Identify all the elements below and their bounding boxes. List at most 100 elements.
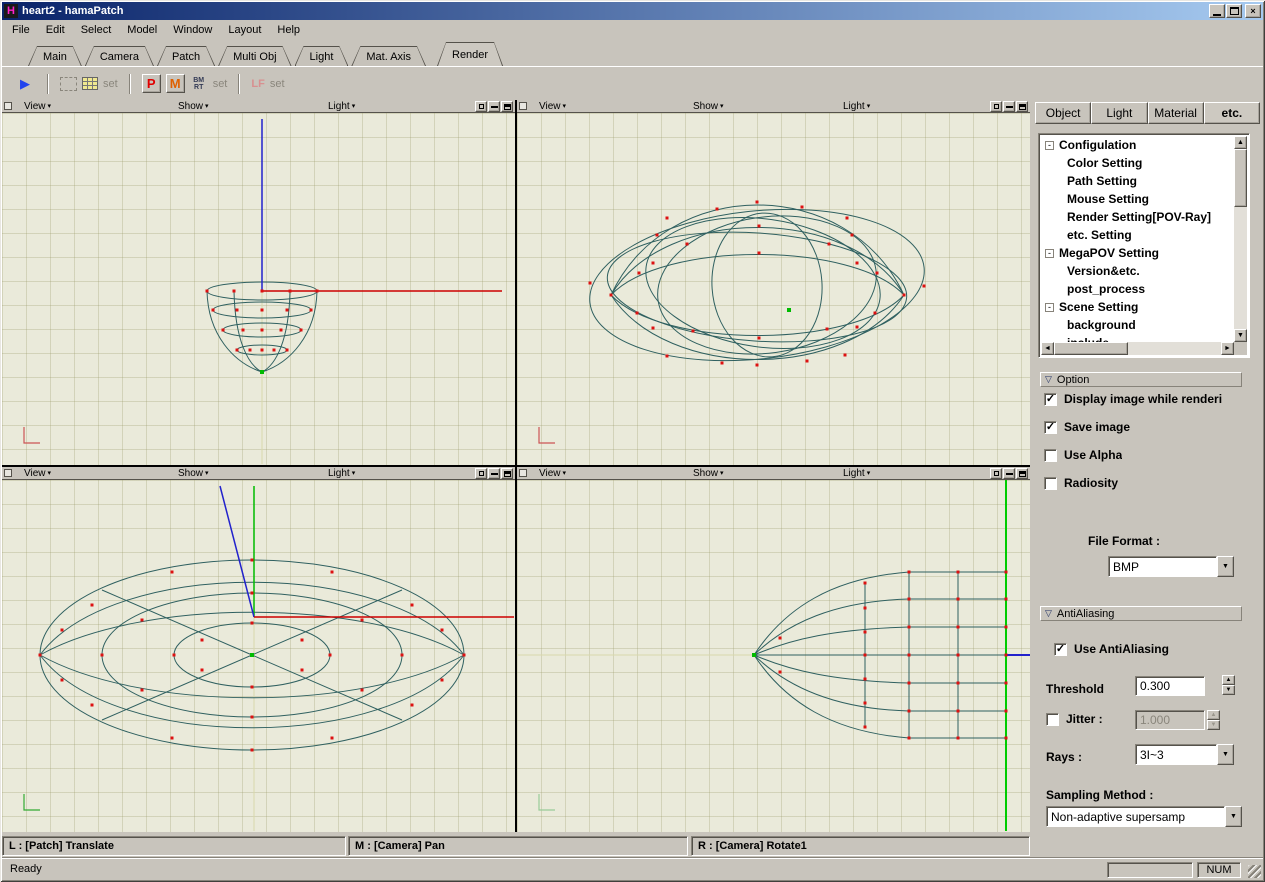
viewport-button[interactable] bbox=[475, 468, 487, 479]
tab-patch[interactable]: Patch bbox=[157, 46, 215, 66]
threshold-input[interactable] bbox=[1135, 676, 1205, 696]
tab-main[interactable]: Main bbox=[28, 46, 82, 66]
viewport-button[interactable] bbox=[1016, 101, 1028, 112]
viewport-canvas[interactable] bbox=[2, 113, 515, 465]
show-menu[interactable]: Show▾ bbox=[693, 100, 724, 113]
viewport-button[interactable] bbox=[488, 101, 500, 112]
sampling-method-value[interactable]: Non-adaptive supersamp bbox=[1046, 806, 1225, 827]
viewport-button[interactable] bbox=[488, 468, 500, 479]
viewport-button[interactable] bbox=[1016, 468, 1028, 479]
viewport-button[interactable] bbox=[475, 101, 487, 112]
menu-item-layout[interactable]: Layout bbox=[220, 21, 269, 39]
show-menu[interactable]: Show▾ bbox=[178, 467, 209, 480]
tree-collapse-icon[interactable]: - bbox=[1045, 141, 1054, 150]
view-menu[interactable]: View▾ bbox=[539, 100, 566, 113]
megapov-button[interactable]: M bbox=[166, 74, 185, 93]
viewport-button[interactable] bbox=[501, 101, 513, 112]
checkbox-use-alpha[interactable] bbox=[1044, 449, 1057, 462]
dropdown-button[interactable]: ▼ bbox=[1225, 806, 1242, 827]
tree-item[interactable]: post_process bbox=[1041, 280, 1234, 298]
scroll-down-button[interactable]: ▼ bbox=[1234, 329, 1247, 342]
tree-collapse-icon[interactable]: - bbox=[1045, 303, 1054, 312]
bm-rt-icon[interactable]: BMRT bbox=[190, 77, 208, 91]
tab-render[interactable]: Render bbox=[437, 42, 503, 66]
tree-item[interactable]: background bbox=[1041, 316, 1234, 334]
pov-button[interactable]: P bbox=[142, 74, 161, 93]
viewport-button[interactable] bbox=[990, 101, 1002, 112]
tree-item[interactable]: etc. Setting bbox=[1041, 226, 1234, 244]
viewport-canvas[interactable] bbox=[517, 113, 1030, 465]
menu-item-edit[interactable]: Edit bbox=[38, 21, 73, 39]
tree-node[interactable]: -MegaPOV Setting bbox=[1041, 244, 1234, 262]
tree-item[interactable]: include bbox=[1041, 334, 1234, 342]
scroll-track[interactable] bbox=[1234, 149, 1247, 329]
menu-item-help[interactable]: Help bbox=[269, 21, 308, 39]
tab-mat-axis[interactable]: Mat. Axis bbox=[351, 46, 426, 66]
tree-collapse-icon[interactable]: - bbox=[1045, 249, 1054, 258]
scroll-right-button[interactable]: ► bbox=[1221, 342, 1234, 355]
file-format-value[interactable]: BMP bbox=[1108, 556, 1217, 577]
light-menu[interactable]: Light▾ bbox=[328, 467, 355, 480]
rays-combobox[interactable]: 3I~3 ▼ bbox=[1135, 744, 1234, 765]
tab-light[interactable]: Light bbox=[295, 46, 349, 66]
tree-node[interactable]: -Configulation bbox=[1041, 136, 1234, 154]
menu-item-select[interactable]: Select bbox=[73, 21, 120, 39]
tab-multi-obj[interactable]: Multi Obj bbox=[218, 46, 291, 66]
tree-item[interactable]: Mouse Setting bbox=[1041, 190, 1234, 208]
option-section-header[interactable]: ▽ Option bbox=[1040, 372, 1242, 387]
tree-item[interactable]: Path Setting bbox=[1041, 172, 1234, 190]
viewport-button[interactable] bbox=[501, 468, 513, 479]
show-menu[interactable]: Show▾ bbox=[178, 100, 209, 113]
viewport-button[interactable] bbox=[1003, 101, 1015, 112]
scroll-up-button[interactable]: ▲ bbox=[1234, 136, 1247, 149]
panel-tab-material[interactable]: Material bbox=[1148, 102, 1204, 124]
menu-item-model[interactable]: Model bbox=[119, 21, 165, 39]
view-menu[interactable]: View▾ bbox=[539, 467, 566, 480]
tree-item[interactable]: Render Setting[POV-Ray] bbox=[1041, 208, 1234, 226]
viewport-canvas[interactable] bbox=[517, 480, 1030, 832]
tree-node[interactable]: -Scene Setting bbox=[1041, 298, 1234, 316]
light-menu[interactable]: Light▾ bbox=[843, 100, 870, 113]
grid-table-icon[interactable] bbox=[82, 77, 98, 90]
viewport-canvas[interactable] bbox=[2, 480, 515, 832]
viewport-button[interactable] bbox=[1003, 468, 1015, 479]
light-menu[interactable]: Light▾ bbox=[328, 100, 355, 113]
viewport-button[interactable] bbox=[990, 468, 1002, 479]
checkbox-radiosity[interactable] bbox=[1044, 477, 1057, 490]
light-menu[interactable]: Light▾ bbox=[843, 467, 870, 480]
render-play-button[interactable]: ▶ bbox=[14, 76, 36, 92]
menu-item-file[interactable]: File bbox=[4, 21, 38, 39]
checkbox-display-image-while-renderi[interactable]: ✓ bbox=[1044, 393, 1057, 406]
tree-vertical-scrollbar[interactable]: ▲ ▼ bbox=[1234, 136, 1247, 342]
scroll-thumb[interactable] bbox=[1234, 149, 1247, 207]
scroll-left-button[interactable]: ◄ bbox=[1041, 342, 1054, 355]
tree-item[interactable]: Color Setting bbox=[1041, 154, 1234, 172]
panel-tab-light[interactable]: Light bbox=[1091, 102, 1147, 124]
maximize-button[interactable] bbox=[1226, 4, 1242, 18]
dropdown-button[interactable]: ▼ bbox=[1217, 744, 1234, 765]
use-antialiasing-checkbox[interactable]: ✓ bbox=[1054, 643, 1067, 656]
rays-value[interactable]: 3I~3 bbox=[1135, 744, 1217, 765]
tab-camera[interactable]: Camera bbox=[85, 46, 154, 66]
close-button[interactable]: × bbox=[1245, 4, 1261, 18]
panel-tab-etc[interactable]: etc. bbox=[1204, 102, 1260, 124]
file-format-combobox[interactable]: BMP ▼ bbox=[1108, 556, 1234, 577]
scroll-thumb[interactable] bbox=[1054, 342, 1128, 355]
tree-item[interactable]: Version&etc. bbox=[1041, 262, 1234, 280]
dropdown-button[interactable]: ▼ bbox=[1217, 556, 1234, 577]
panel-tab-object[interactable]: Object bbox=[1035, 102, 1091, 124]
spin-down-button[interactable]: ▼ bbox=[1222, 685, 1235, 695]
menu-item-window[interactable]: Window bbox=[165, 21, 220, 39]
checkbox-save-image[interactable]: ✓ bbox=[1044, 421, 1057, 434]
sampling-method-combobox[interactable]: Non-adaptive supersamp ▼ bbox=[1046, 806, 1242, 827]
show-menu[interactable]: Show▾ bbox=[693, 467, 724, 480]
spin-up-button[interactable]: ▲ bbox=[1222, 675, 1235, 685]
view-menu[interactable]: View▾ bbox=[24, 100, 51, 113]
tree-horizontal-scrollbar[interactable]: ◄ ► bbox=[1041, 342, 1234, 355]
antialiasing-section-header[interactable]: ▽ AntiAliasing bbox=[1040, 606, 1242, 621]
view-menu[interactable]: View▾ bbox=[24, 467, 51, 480]
jitter-checkbox[interactable] bbox=[1046, 713, 1059, 726]
resize-grip[interactable] bbox=[1248, 865, 1261, 878]
minimize-button[interactable] bbox=[1209, 4, 1225, 18]
scroll-track[interactable] bbox=[1054, 342, 1221, 355]
